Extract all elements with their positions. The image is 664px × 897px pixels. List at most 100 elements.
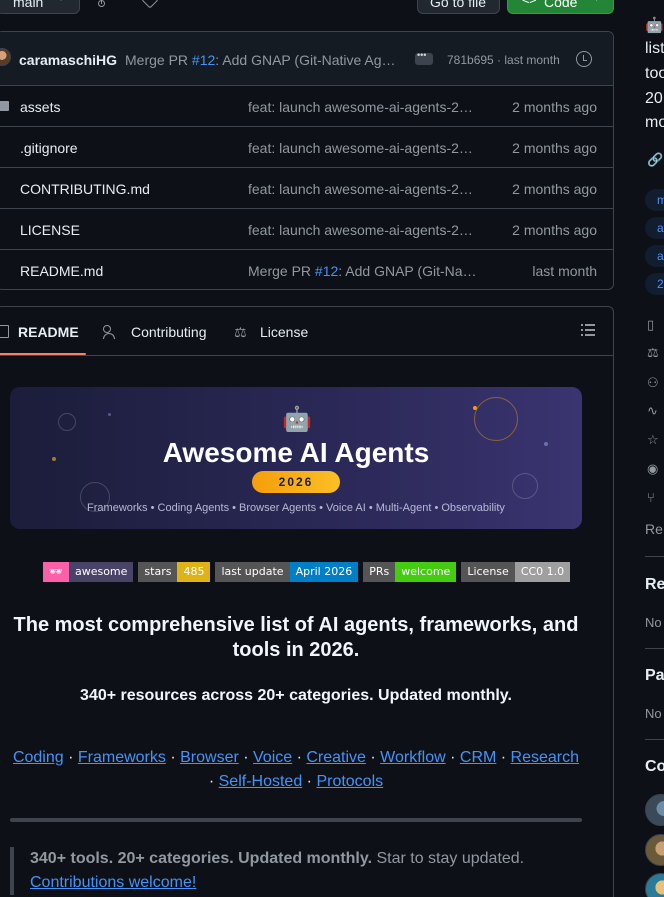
awesome-badge[interactable]: 🕶 awesome — [43, 562, 134, 582]
contributors-heading[interactable]: Co — [645, 758, 664, 776]
link-icon[interactable]: 🔗 — [647, 152, 663, 168]
file-commit-suffix: : Add GNAP (Git-Na… — [338, 263, 477, 279]
topic-tag[interactable]: a — [645, 245, 664, 267]
table-row[interactable]: README.md Merge PR #12: Add GNAP (Git-Na… — [0, 250, 613, 289]
category-link[interactable]: Creative — [306, 749, 366, 766]
report-link[interactable]: Re — [645, 521, 663, 537]
tab-readme[interactable]: README — [18, 324, 79, 340]
robot-icon: 🤖 — [282, 406, 312, 433]
packages-heading[interactable]: Pa — [645, 667, 664, 685]
file-name[interactable]: assets — [20, 99, 60, 115]
tab-contributing[interactable]: Contributing — [131, 324, 207, 340]
file-commit-prefix: Merge PR — [248, 263, 315, 279]
file-commit-message[interactable]: feat: launch awesome-ai-agents-2… — [248, 99, 478, 115]
avatar[interactable] — [0, 48, 11, 66]
folder-icon — [0, 101, 9, 111]
topic-tag[interactable]: 2 — [645, 273, 664, 295]
fork-icon[interactable]: ⑂ — [647, 490, 663, 506]
code-icon: <> — [522, 0, 537, 7]
tab-license[interactable]: License — [260, 324, 308, 340]
file-name[interactable]: README.md — [20, 263, 103, 279]
file-table: caramaschiHG Merge PR #12: Add GNAP (Git… — [0, 31, 614, 290]
file-date: 2 months ago — [512, 181, 597, 197]
category-link[interactable]: Voice — [253, 749, 292, 766]
readme-tabs: README Contributing ⚖ License — [0, 307, 613, 356]
contributions-link[interactable]: Contributions welcome! — [30, 874, 196, 891]
activity-icon[interactable]: ∿ — [647, 403, 663, 419]
law-icon: ⚖ — [234, 324, 247, 340]
law-icon[interactable]: ⚖ — [647, 345, 663, 361]
license-badge[interactable]: License CC0 1.0 — [461, 562, 571, 582]
book-icon[interactable]: ▯ — [647, 317, 663, 333]
stars-badge[interactable]: stars 485 — [138, 562, 211, 582]
file-date: 2 months ago — [512, 99, 597, 115]
banner-year-badge: 2026 — [252, 471, 340, 493]
avatar[interactable] — [645, 834, 664, 866]
branch-name: main — [13, 0, 44, 10]
star-icon[interactable]: ☆ — [647, 432, 663, 448]
branch-selector-button[interactable]: main — [0, 0, 80, 14]
active-tab-indicator — [0, 353, 86, 355]
file-commit-pr-link[interactable]: #12 — [315, 263, 338, 279]
quote-bold: 340+ tools. 20+ categories. Updated mont… — [30, 850, 373, 867]
readme-heading: The most comprehensive list of AI agents… — [13, 614, 579, 661]
badge-left: last update — [215, 562, 290, 582]
category-link[interactable]: Frameworks — [78, 749, 166, 766]
outline-icon[interactable] — [581, 324, 595, 336]
expand-commit-button[interactable] — [415, 50, 433, 65]
table-row[interactable]: LICENSE feat: launch awesome-ai-agents-2… — [0, 209, 613, 250]
category-link[interactable]: Coding — [13, 749, 64, 766]
table-row[interactable]: CONTRIBUTING.md feat: launch awesome-ai-… — [0, 168, 613, 209]
badge-left: stars — [138, 562, 178, 582]
banner-title: Awesome AI Agents — [162, 437, 430, 468]
badge-left: 🕶 — [43, 562, 69, 582]
people-icon[interactable]: ⚇ — [647, 375, 663, 391]
category-link[interactable]: Protocols — [316, 773, 383, 790]
commit-message-suffix: : Add GNAP (Git-Native Ag… — [215, 52, 396, 68]
code-button[interactable]: <> Code — [507, 0, 614, 14]
topic-tag[interactable]: m — [645, 189, 664, 211]
eye-icon[interactable]: ◉ — [647, 461, 663, 477]
last-update-badge[interactable]: last update April 2026 — [215, 562, 359, 582]
commit-hash[interactable]: 781b695 · last month — [447, 53, 560, 67]
avatar[interactable] — [645, 794, 664, 826]
category-link[interactable]: CRM — [460, 749, 496, 766]
repo-sidebar: 🤖 list too 20 mo 🔗 m a a 2 ▯ ⚖ ⚇ ∿ ☆ ◉ ⑂… — [645, 0, 664, 897]
badge-right: April 2026 — [289, 562, 359, 582]
readme-blockquote: 340+ tools. 20+ categories. Updated mont… — [10, 847, 582, 895]
history-icon[interactable] — [576, 51, 592, 67]
topic-tag[interactable]: a — [645, 217, 664, 239]
avatar[interactable] — [645, 873, 664, 897]
category-link[interactable]: Research — [511, 749, 579, 766]
table-row[interactable]: assets feat: launch awesome-ai-agents-2…… — [0, 86, 613, 127]
divider — [645, 556, 664, 557]
badge-right: CC0 1.0 — [514, 562, 571, 582]
badge-left: PRs — [363, 562, 396, 582]
file-commit-message[interactable]: Merge PR #12: Add GNAP (Git-Na… — [248, 263, 478, 279]
go-to-file-button[interactable]: Go to file — [417, 0, 500, 14]
commit-message[interactable]: Merge PR #12: Add GNAP (Git-Native Ag… — [125, 52, 405, 68]
prs-badge[interactable]: PRs welcome — [363, 562, 457, 582]
commit-author[interactable]: caramaschiHG — [19, 52, 117, 68]
chevron-down-icon — [55, 0, 67, 1]
tag-icon[interactable] — [141, 0, 159, 9]
releases-heading[interactable]: Re — [645, 576, 664, 594]
category-link[interactable]: Workflow — [380, 749, 446, 766]
file-name[interactable]: .gitignore — [20, 140, 78, 156]
file-commit-message[interactable]: feat: launch awesome-ai-agents-2… — [248, 140, 478, 156]
file-commit-message[interactable]: feat: launch awesome-ai-agents-2… — [248, 222, 478, 238]
file-date: 2 months ago — [512, 222, 597, 238]
latest-commit-bar: caramaschiHG Merge PR #12: Add GNAP (Git… — [0, 32, 613, 86]
table-row[interactable]: .gitignore feat: launch awesome-ai-agent… — [0, 127, 613, 168]
badge-right: awesome — [68, 562, 134, 582]
branches-icon[interactable] — [98, 0, 109, 7]
commit-pr-link[interactable]: #12 — [192, 52, 215, 68]
file-commit-message[interactable]: feat: launch awesome-ai-agents-2… — [248, 181, 478, 197]
go-to-file-label: Go to file — [430, 0, 487, 10]
banner-subtitle: Frameworks • Coding Agents • Browser Age… — [87, 502, 505, 514]
file-name[interactable]: LICENSE — [20, 222, 80, 238]
category-link[interactable]: Self-Hosted — [219, 773, 303, 790]
category-link[interactable]: Browser — [180, 749, 239, 766]
file-name[interactable]: CONTRIBUTING.md — [20, 181, 150, 197]
badge-left: License — [461, 562, 515, 582]
